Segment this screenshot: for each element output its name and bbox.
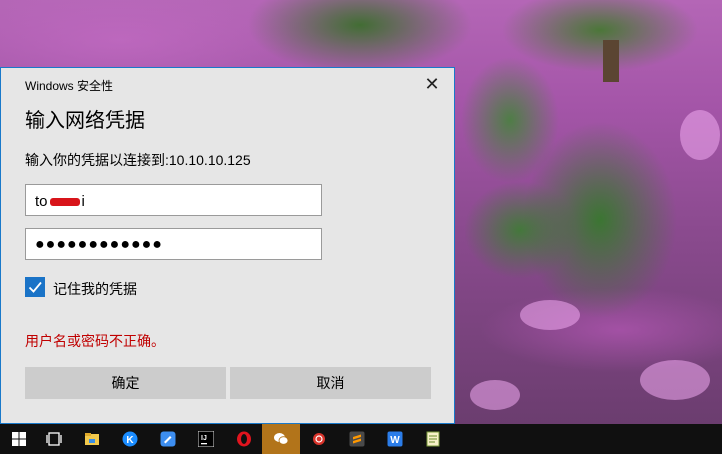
file-explorer-button[interactable] <box>73 424 111 454</box>
ij-icon: IJ <box>198 431 214 447</box>
heather-patch <box>470 380 520 410</box>
intellij-button[interactable]: IJ <box>187 424 225 454</box>
username-value: to i <box>35 193 85 210</box>
username-prefix: to <box>35 193 48 210</box>
w-icon: W <box>387 431 403 447</box>
svg-text:IJ: IJ <box>201 435 207 442</box>
dialog-heading: 输入网络凭据 <box>25 110 145 132</box>
password-field[interactable]: ●●●●●●●●●●●● <box>25 228 322 260</box>
ok-button[interactable]: 确定 <box>25 367 226 399</box>
error-message: 用户名或密码不正确。 <box>25 333 165 349</box>
k-circle-icon: K <box>122 431 138 447</box>
cancel-button[interactable]: 取消 <box>230 367 431 399</box>
folder-icon <box>85 433 99 445</box>
close-button[interactable]: ✕ <box>416 72 448 96</box>
username-field[interactable]: to i <box>25 184 322 216</box>
start-button[interactable] <box>0 424 38 454</box>
remember-checkbox[interactable] <box>25 277 45 297</box>
heather-patch <box>640 360 710 400</box>
snail-icon <box>313 433 325 445</box>
task-view-button[interactable] <box>35 424 73 454</box>
svg-text:W: W <box>390 435 400 446</box>
svg-text:K: K <box>126 435 134 446</box>
kugou-button[interactable]: K <box>111 424 149 454</box>
tree-trunk <box>603 40 619 82</box>
notepad-icon <box>426 431 440 447</box>
opera-button[interactable] <box>225 424 263 454</box>
taskbar: K IJ W <box>0 424 722 454</box>
task-view-icon <box>46 432 62 446</box>
close-icon: ✕ <box>424 74 440 94</box>
pen-chat-icon <box>160 431 176 447</box>
sublime-icon <box>349 431 365 447</box>
notepad-button[interactable] <box>414 424 452 454</box>
redaction-mark <box>49 198 80 207</box>
remember-label[interactable]: 记住我的凭据 <box>53 279 137 299</box>
credentials-dialog: Windows 安全性 ✕ 输入网络凭据 输入你的凭据以连接到:10.10.10… <box>0 67 455 424</box>
dialog-window-title: Windows 安全性 <box>25 79 114 93</box>
opera-icon <box>237 431 251 447</box>
windows-logo-icon <box>12 432 26 446</box>
connection-prompt: 输入你的凭据以连接到:10.10.10.125 <box>25 152 251 168</box>
heather-patch <box>680 110 720 160</box>
snail-app-button[interactable] <box>300 424 338 454</box>
password-mask: ●●●●●●●●●●●● <box>35 236 163 253</box>
wechat-button[interactable] <box>262 424 300 454</box>
heather-patch <box>520 300 580 330</box>
wps-writer-button[interactable]: W <box>376 424 414 454</box>
sublime-text-button[interactable] <box>338 424 376 454</box>
checkmark-icon <box>28 281 42 293</box>
feishu-button[interactable] <box>149 424 187 454</box>
wechat-icon <box>274 433 289 445</box>
username-suffix: i <box>81 193 85 210</box>
